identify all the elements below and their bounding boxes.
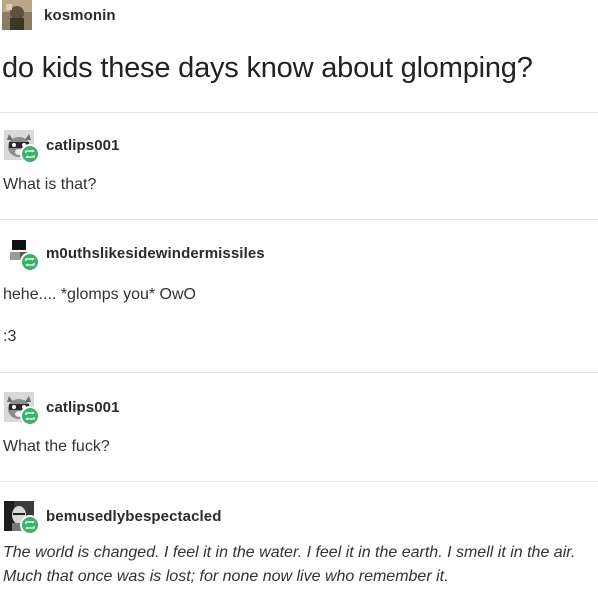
reply-text: :3 <box>3 328 17 345</box>
divider <box>0 372 598 373</box>
divider <box>0 112 598 113</box>
reply-text: What the fuck? <box>3 438 110 455</box>
reply-post: catlips001 What is that? <box>0 128 598 196</box>
reply-username[interactable]: catlips001 <box>46 137 120 154</box>
op-header: kosmonin <box>0 0 116 30</box>
reply-username[interactable]: m0uthslikesidewindermissiles <box>46 245 265 262</box>
reply-header: m0uthslikesidewindermissiles <box>0 236 598 272</box>
reply-post: bemusedlybespectacled The world is chang… <box>0 499 598 589</box>
op-avatar-image-icon <box>2 0 32 30</box>
reply-avatar[interactable] <box>4 130 40 164</box>
reply-username[interactable]: catlips001 <box>46 399 120 416</box>
reply-username[interactable]: bemusedlybespectacled <box>46 508 222 525</box>
op-username[interactable]: kosmonin <box>44 7 116 24</box>
reply-post: m0uthslikesidewindermissiles hehe.... *g… <box>0 236 598 348</box>
reply-text: hehe.... *glomps you* OwO <box>3 286 196 303</box>
reply-avatar[interactable] <box>4 238 40 272</box>
reply-avatar[interactable] <box>4 501 40 535</box>
reblog-icon <box>20 515 40 535</box>
reply-text: The world is changed. I feel it in the w… <box>3 544 576 585</box>
reply-header: catlips001 <box>0 390 598 426</box>
reply-avatar[interactable] <box>4 392 40 426</box>
divider <box>0 219 598 220</box>
op-avatar[interactable] <box>2 0 32 30</box>
reply-text: What is that? <box>3 176 97 193</box>
reply-header: bemusedlybespectacled <box>0 499 598 535</box>
reblog-icon <box>20 252 40 272</box>
reblog-icon <box>20 144 40 164</box>
divider <box>0 481 598 482</box>
post-title: do kids these days know about glomping? <box>2 52 533 84</box>
reply-post: catlips001 What the fuck? <box>0 390 598 458</box>
reblog-icon <box>20 406 40 426</box>
reply-header: catlips001 <box>0 128 598 164</box>
